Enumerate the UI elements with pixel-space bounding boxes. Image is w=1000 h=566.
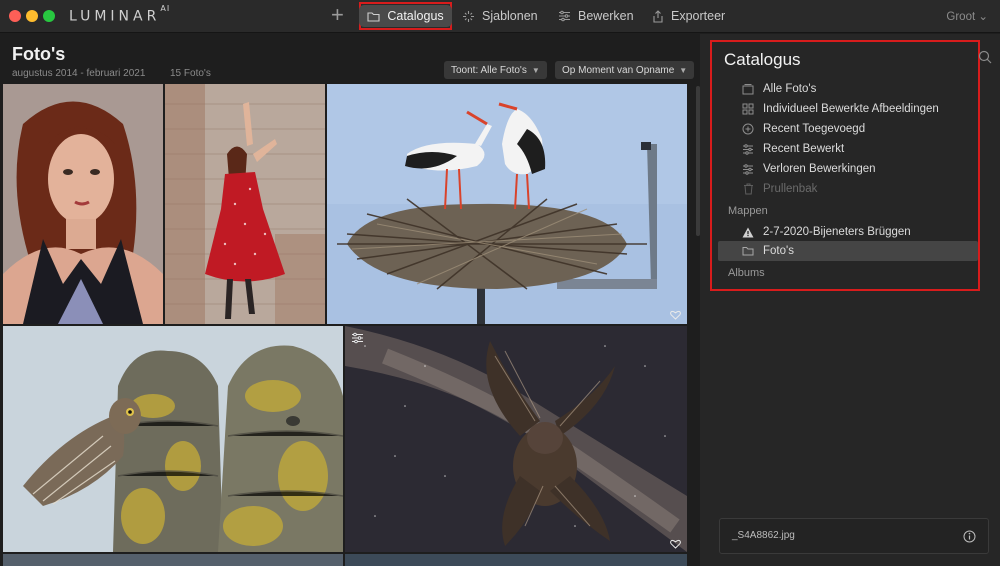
catalog-item-lost-edits[interactable]: Verloren Bewerkingen [741, 160, 876, 178]
plus-circle-icon [741, 123, 755, 135]
sparkle-icon [462, 10, 475, 23]
sliders-icon [558, 10, 571, 22]
page-title: Foto's [12, 44, 66, 64]
folders-header: Mappen [728, 205, 768, 217]
gallery-view: Foto's augustus 2014 - februari 2021 15 … [0, 34, 700, 566]
catalog-item-recently-added[interactable]: Recent Toegevoegd [741, 120, 865, 138]
photo-thumbnail-red-dress[interactable] [165, 84, 325, 324]
photo-thumbnail-portrait[interactable] [3, 84, 163, 324]
minimize-window-button[interactable] [26, 10, 38, 22]
sliders-icon [741, 143, 755, 155]
search-icon[interactable] [978, 50, 992, 69]
favorite-heart-icon[interactable] [670, 307, 681, 325]
photo-count: 15 Foto's [170, 68, 211, 79]
warning-icon [741, 227, 755, 238]
catalog-item-individually-edited[interactable]: Individueel Bewerkte Afbeeldingen [741, 100, 939, 118]
file-info-box: _S4A8862.jpg [719, 518, 989, 554]
folder-icon [741, 246, 755, 256]
chevron-down-icon: ▼ [679, 65, 688, 75]
app-logo: LUMINARAI [69, 4, 171, 25]
albums-header: Albums [728, 267, 765, 279]
zoom-window-button[interactable] [43, 10, 55, 22]
trash-icon [741, 183, 755, 195]
add-photos-button[interactable]: + [331, 4, 344, 26]
tab-exporteer[interactable]: Exporteer [652, 2, 725, 30]
catalog-title: Catalogus [724, 50, 801, 69]
grid-icon [741, 103, 755, 115]
title-bar: LUMINARAI + Catalogus Sjablonen Bewerken… [0, 0, 1000, 33]
catalog-item-recently-edited[interactable]: Recent Bewerkt [741, 140, 844, 158]
photos-icon [741, 83, 755, 95]
thumbnail-size-dropdown[interactable]: Groot ⌄ [946, 9, 988, 23]
photo-thumbnail-owl-stars[interactable] [345, 326, 687, 552]
photo-thumbnail-owl-roof[interactable] [3, 326, 343, 552]
folder-item-fotos[interactable]: Foto's [741, 242, 794, 260]
sort-dropdown[interactable]: Op Moment van Opname ▼ [555, 61, 695, 79]
date-range: augustus 2014 - februari 2021 [12, 68, 146, 79]
catalog-panel: Catalogus Alle Foto's Individueel Bewerk… [700, 34, 1000, 566]
close-window-button[interactable] [9, 10, 21, 22]
photo-thumbnail-partial[interactable] [345, 554, 687, 566]
share-icon [652, 9, 664, 23]
filter-dropdown[interactable]: Toont: Alle Foto's ▼ [444, 61, 547, 79]
photo-thumbnail-partial[interactable] [3, 554, 343, 566]
file-name: _S4A8862.jpg [732, 530, 795, 541]
tab-sjablonen[interactable]: Sjablonen [462, 2, 538, 30]
info-icon[interactable] [963, 530, 976, 548]
photo-thumbnail-storks[interactable] [327, 84, 687, 324]
chevron-down-icon: ▼ [531, 65, 540, 75]
favorite-heart-icon[interactable] [670, 536, 681, 554]
sliders-icon [741, 163, 755, 175]
folder-item-bijeneters[interactable]: 2-7-2020-Bijeneters Brüggen [741, 223, 911, 241]
folder-icon [367, 11, 380, 22]
catalog-item-all-photos[interactable]: Alle Foto's [741, 80, 816, 98]
tab-catalogus[interactable]: Catalogus [359, 2, 452, 30]
edited-sliders-icon [351, 331, 364, 349]
catalog-item-trash[interactable]: Prullenbak [741, 180, 817, 198]
tab-bewerken[interactable]: Bewerken [558, 2, 634, 30]
catalog-highlight: Catalogus Alle Foto's Individueel Bewerk… [710, 40, 980, 291]
